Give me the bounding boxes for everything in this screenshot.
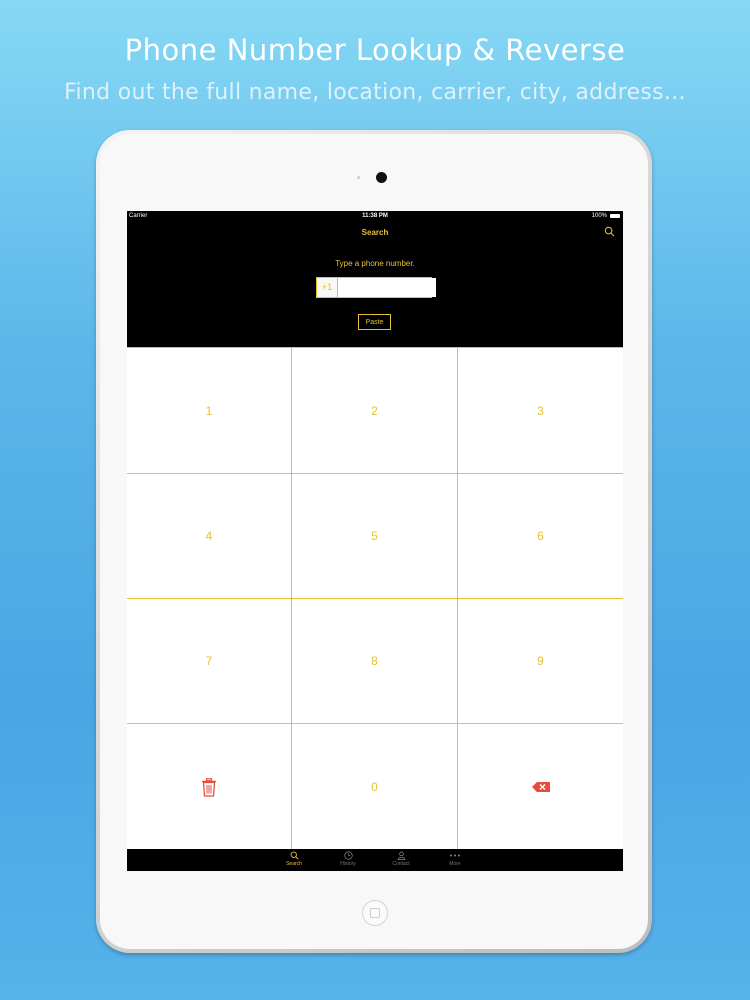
battery-icon <box>610 214 620 218</box>
tab-history-label: History <box>340 861 356 867</box>
key-7[interactable]: 7 <box>127 599 292 724</box>
keypad: 1 2 3 4 5 6 7 8 9 0 <box>127 347 623 850</box>
search-icon <box>290 851 299 860</box>
key-9[interactable]: 9 <box>458 599 623 724</box>
phone-field: +1 <box>316 277 436 298</box>
trash-icon <box>202 777 216 797</box>
backspace-button[interactable] <box>458 724 623 850</box>
key-1[interactable]: 1 <box>127 348 292 474</box>
phone-prompt: Type a phone number. <box>335 259 415 268</box>
tab-search[interactable]: Search <box>274 851 314 867</box>
key-3[interactable]: 3 <box>458 348 623 474</box>
paste-button[interactable]: Paste <box>358 314 391 330</box>
tab-history[interactable]: History <box>328 851 368 867</box>
tab-contact-label: Contact <box>392 861 410 867</box>
light-sensor <box>357 176 360 179</box>
person-icon <box>397 851 405 860</box>
key-0[interactable]: 0 <box>292 724 458 850</box>
status-time: 11:38 PM <box>362 213 388 219</box>
key-6[interactable]: 6 <box>458 474 623 599</box>
key-5[interactable]: 5 <box>292 474 458 599</box>
more-icon <box>450 854 460 857</box>
tab-bar: Search History Contact More <box>127 849 623 871</box>
tab-more[interactable]: More <box>435 851 475 867</box>
backspace-icon <box>531 782 550 792</box>
promo-title: Phone Number Lookup & Reverse <box>124 33 626 67</box>
status-bar: Carrier 11:38 PM 100% <box>127 211 623 221</box>
status-battery: 100% <box>591 213 607 219</box>
clear-button[interactable] <box>127 724 292 850</box>
tab-more-label: More <box>449 861 461 867</box>
tab-contact[interactable]: Contact <box>381 851 421 867</box>
key-2[interactable]: 2 <box>292 348 458 474</box>
nav-bar: Search Type a phone number. +1 Paste <box>127 221 623 357</box>
search-icon[interactable] <box>604 226 615 237</box>
key-8[interactable]: 8 <box>292 599 458 724</box>
home-button[interactable] <box>362 900 388 926</box>
key-4[interactable]: 4 <box>127 474 292 599</box>
promo-subtitle: Find out the full name, location, carrie… <box>64 80 686 105</box>
phone-input[interactable] <box>338 278 436 297</box>
clock-icon <box>343 851 353 860</box>
nav-title: Search <box>361 228 389 237</box>
app-screen: Carrier 11:38 PM 100% Search Type a phon… <box>127 211 623 871</box>
home-square-icon <box>370 908 380 918</box>
camera-icon <box>376 172 387 183</box>
tab-search-label: Search <box>286 861 302 867</box>
country-code[interactable]: +1 <box>317 278 338 297</box>
